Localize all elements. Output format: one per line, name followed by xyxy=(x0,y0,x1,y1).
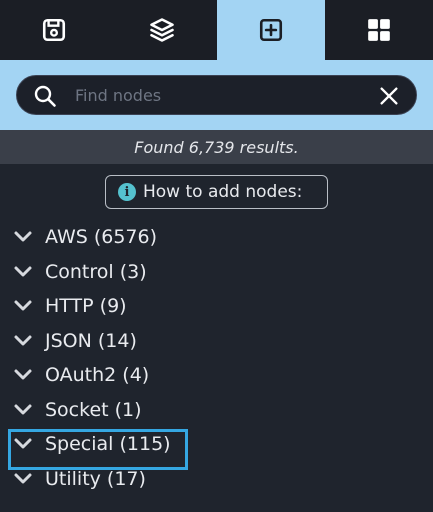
category-label: AWS (6576) xyxy=(45,226,158,248)
search-area xyxy=(0,60,433,130)
save-icon xyxy=(43,18,66,42)
grid-icon xyxy=(368,19,390,41)
chevron-down-icon xyxy=(14,404,32,414)
how-to-add-nodes-button[interactable]: i How to add nodes: xyxy=(105,175,328,209)
category-label: HTTP (9) xyxy=(45,295,127,317)
category-label: Special (115) xyxy=(45,433,171,455)
chevron-down-icon xyxy=(14,335,32,345)
search-input[interactable] xyxy=(75,76,375,114)
tab-grid[interactable] xyxy=(325,0,433,60)
chevron-down-icon xyxy=(14,438,32,449)
category-utility[interactable]: Utility (17) xyxy=(0,464,433,499)
category-label: OAuth2 (4) xyxy=(45,364,150,386)
search-icon xyxy=(34,85,56,107)
info-icon: i xyxy=(118,183,136,201)
chevron-down-icon xyxy=(14,231,32,242)
category-json[interactable]: JSON (14) xyxy=(0,326,433,361)
chevron-down-icon xyxy=(14,266,32,276)
category-list: AWS (6576) Control (3) HTTP (9) JSON (14… xyxy=(0,222,433,498)
tab-add-node[interactable] xyxy=(216,0,325,60)
category-http[interactable]: HTTP (9) xyxy=(0,291,433,326)
tab-save[interactable] xyxy=(0,0,108,60)
tab-layers[interactable] xyxy=(108,0,216,60)
category-label: Control (3) xyxy=(45,260,147,283)
plus-square-icon xyxy=(259,18,282,42)
search-box xyxy=(16,75,417,115)
close-icon[interactable] xyxy=(378,85,400,107)
category-special[interactable]: Special (115) xyxy=(0,429,433,470)
category-oauth2[interactable]: OAuth2 (4) xyxy=(0,360,433,395)
category-label: JSON (14) xyxy=(45,329,137,352)
category-control[interactable]: Control (3) xyxy=(0,257,433,292)
category-label: Socket (1) xyxy=(45,398,142,421)
how-to-label: How to add nodes: xyxy=(143,182,303,202)
layers-icon xyxy=(150,18,175,42)
category-socket[interactable]: Socket (1) xyxy=(0,395,433,430)
category-aws[interactable]: AWS (6576) xyxy=(0,222,433,257)
category-label: Utility (17) xyxy=(45,467,146,490)
chevron-down-icon xyxy=(14,369,32,380)
chevron-down-icon xyxy=(14,300,32,311)
tab-bar xyxy=(0,0,433,60)
results-count: Found 6,739 results. xyxy=(0,130,433,164)
chevron-down-icon xyxy=(14,473,32,483)
results-text: Found 6,739 results. xyxy=(134,137,299,157)
